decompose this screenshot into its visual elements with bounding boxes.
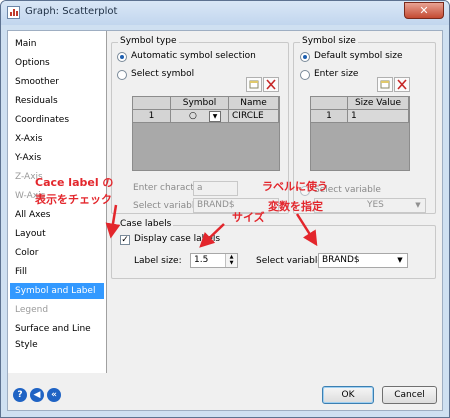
sidebar-item-symbol-and-label[interactable]: Symbol and Label [10,283,104,299]
dialog-client: Main Options Smoother Residuals Coordinates X… [7,30,443,411]
case-label-variable-label: Select variable: [256,256,326,266]
annotation-check-line1: Cace label の [35,176,114,189]
stepper-arrows-icon[interactable]: ▲ ▼ [225,254,237,267]
help-icon[interactable]: ? [13,388,27,402]
name-column-header: Name [229,97,279,110]
size-value-column-header: Size Value [348,97,409,110]
ok-button[interactable]: OK [322,386,374,404]
name-cell[interactable]: CIRCLE [229,110,279,123]
size-row-index: 1 [311,110,348,123]
delete-size-row-icon[interactable] [394,77,410,92]
sidebar-item-options[interactable]: Options [15,55,105,71]
size-variable-dropdown-icon: ▼ [415,201,421,209]
sidebar-item-x-axis[interactable]: X-Axis [15,131,105,147]
sidebar-item-all-axes[interactable]: All Axes [15,207,105,223]
size-table: Size Value 1 1 [310,96,410,171]
symbol-table: Symbol Name 1 ○ ▼ CIRCLE [132,96,280,171]
case-label-dropdown-icon: ▼ [397,256,403,264]
display-case-labels-label: Display case labels [134,234,221,244]
case-label-variable-value: BRAND$ [322,255,360,265]
sidebar-item-fill[interactable]: Fill [15,264,105,280]
automatic-symbol-radio[interactable] [117,52,127,62]
case-labels-group: Case labels ✓ Display case labels Label … [111,219,436,279]
enter-size-label: Enter size [314,69,359,79]
enter-size-radio[interactable] [300,70,310,80]
sidebar-item-y-axis[interactable]: Y-Axis [15,150,105,166]
back-icon[interactable]: ◀ [30,388,44,402]
select-symbol-radio[interactable] [117,70,127,80]
label-size-label: Label size: [134,256,182,266]
label-size-value: 1.5 [194,255,209,265]
default-size-radio[interactable] [300,52,310,62]
symbol-cell[interactable]: ○ ▼ [171,110,229,123]
size-value-cell[interactable]: 1 [348,110,409,123]
circle-symbol-icon: ○ [189,111,197,121]
size-variable-value: YES [367,200,384,210]
symbol-column-header: Symbol [171,97,229,110]
annotation-size: サイズ [232,211,265,224]
close-icon[interactable]: ✕ [404,2,444,19]
sidebar-item-legend: Legend [15,305,49,315]
row-index: 1 [133,110,171,123]
window-title: Graph: Scatterplot [25,6,118,17]
symbol-type-title: Symbol type [118,36,179,46]
symbol-dropdown-arrow-icon[interactable]: ▼ [209,111,221,122]
select-variable-label: Select variable [133,201,200,211]
case-label-variable-select[interactable]: BRAND$ ▼ [318,253,408,268]
annotation-variable-line2: 変数を指定 [268,200,323,213]
symbol-size-title: Symbol size [300,36,358,46]
add-size-row-icon[interactable] [377,77,393,92]
sidebar-item-layout[interactable]: Layout [15,226,105,242]
sidebar-item-coordinates[interactable]: Coordinates [15,112,105,128]
sidebar-item-surface-and-line-style[interactable]: Surface and Line Style [15,321,105,350]
delete-row-icon[interactable] [263,77,279,92]
select-symbol-label: Select symbol [131,69,195,79]
scatterplot-app-icon [7,6,20,19]
sidebar-item-main[interactable]: Main [15,36,105,52]
sidebar-item-color[interactable]: Color [15,245,105,261]
sidebar-item-smoother[interactable]: Smoother [15,74,105,90]
first-page-icon[interactable]: « [47,388,61,402]
symbol-variable-value: BRAND$ [197,200,235,210]
cancel-button[interactable]: Cancel [382,386,437,404]
label-size-stepper[interactable]: 1.5 ▲ ▼ [190,253,238,268]
add-row-icon[interactable] [246,77,262,92]
title-bar[interactable]: Graph: Scatterplot ✕ [1,1,449,25]
annotation-check-line2: 表示をチェック [35,193,112,206]
display-case-labels-checkbox[interactable]: ✓ [120,235,130,245]
default-size-label: Default symbol size [314,51,403,61]
dialog-window: Graph: Scatterplot ✕ Main Options Smoother… [0,0,450,418]
sidebar-item-residuals[interactable]: Residuals [15,93,105,109]
annotation-variable-line1: ラベルに使う [262,180,328,193]
size-variable-select[interactable]: YES ▼ [314,198,426,213]
automatic-symbol-label: Automatic symbol selection [131,51,256,61]
case-labels-title: Case labels [118,219,174,229]
enter-character-input[interactable]: a [193,181,238,196]
